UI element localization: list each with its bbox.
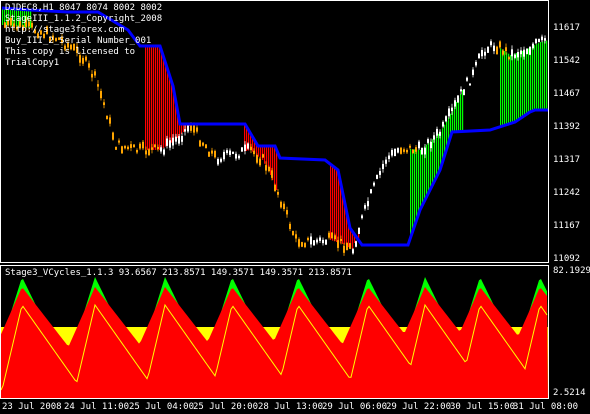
indicator-max: 82.1929 [553, 266, 590, 276]
price-tick: 11242 [553, 188, 581, 198]
price-tick: 11617 [553, 23, 581, 33]
chart-window[interactable]: DJDEC8,H1 8047 8074 8002 8002 StageIII_1… [0, 0, 549, 399]
indicator-copyright: StageIII_1.1.2_Copyright_2008 [5, 14, 163, 24]
time-tick: 31 Jul 08:00 [513, 402, 579, 412]
time-tick: 23 Jul 2008 [2, 402, 62, 412]
time-tick: 25 Jul 04:00 [129, 402, 195, 412]
price-tick: 11092 [553, 254, 581, 264]
license-text: This copy is licensed to [5, 47, 136, 57]
indicator-pane [0, 265, 549, 399]
serial-number: Buy_III_2_Serial Number_001 [5, 36, 152, 46]
price-tick: 11317 [553, 155, 581, 165]
price-tick: 11392 [553, 122, 581, 132]
license-holder: TrialCopy1 [5, 58, 60, 68]
symbol-header: DJDEC8,H1 8047 8074 8002 8002 [5, 3, 163, 13]
time-tick: 28 Jul 13:00 [258, 402, 324, 412]
indicator-min: 2.5214 [553, 388, 586, 398]
time-tick: 24 Jul 11:00 [64, 402, 130, 412]
indicator-title: Stage3_VCycles_1.1.3 93.6567 213.8571 14… [5, 268, 352, 278]
price-tick: 11467 [553, 89, 581, 99]
time-tick: 29 Jul 22:00 [386, 402, 452, 412]
time-tick: 25 Jul 20:00 [193, 402, 259, 412]
price-tick: 11542 [553, 56, 581, 66]
time-tick: 30 Jul 15:00 [450, 402, 516, 412]
price-tick: 11167 [553, 221, 581, 231]
indicator-url: http://stage3forex.com [5, 25, 125, 35]
time-tick: 29 Jul 06:00 [322, 402, 388, 412]
